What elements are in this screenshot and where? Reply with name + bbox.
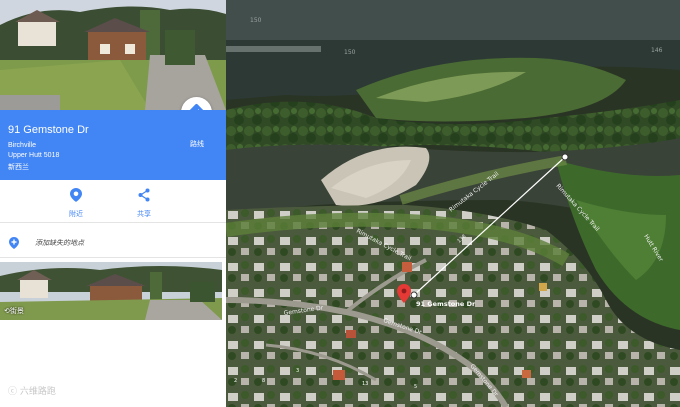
house-number: 3 — [296, 368, 299, 374]
nearby-button[interactable]: 附近 — [56, 187, 96, 219]
house-number: 8 — [262, 378, 265, 384]
add-location-icon — [9, 237, 19, 249]
nearby-label: 附近 — [69, 210, 83, 218]
map-scale-label: 146 — [651, 47, 663, 54]
pin-label: 91 Gemstone Dr — [416, 300, 476, 308]
watermark-logo-icon: ⓒ — [8, 387, 18, 397]
place-address-line3: 新西兰 — [8, 164, 29, 171]
add-missing-place-row[interactable]: 添加缺失的地点 — [8, 235, 218, 251]
place-address-line1: Birchville — [8, 142, 37, 149]
satellite-map[interactable]: 150 146 150 138 Rimutaka Cycle Trail Rim… — [226, 0, 680, 407]
watermark: ⓒ 六维路跑 — [8, 387, 56, 397]
map-scale-label: 150 — [250, 17, 262, 24]
divider — [0, 222, 226, 223]
street-view-thumbnail-image — [0, 262, 222, 320]
measure-endpoint[interactable] — [561, 153, 569, 161]
street-photo-image — [0, 0, 226, 110]
place-pin-icon — [70, 188, 82, 202]
satellite-map-image: 150 146 150 138 Rimutaka Cycle Trail Rim… — [226, 0, 680, 407]
house-number: 13 — [362, 381, 368, 387]
directions-label[interactable]: 路线 — [182, 139, 212, 149]
share-button[interactable]: 共享 — [124, 187, 164, 219]
share-icon — [138, 188, 150, 202]
place-info-panel: 91 Gemstone Dr Birchville Upper Hutt 501… — [0, 0, 226, 407]
house-number: 5 — [414, 384, 417, 390]
street-view-thumbnail[interactable]: ⟲街景 — [0, 262, 222, 320]
divider — [0, 257, 226, 258]
place-title: 91 Gemstone Dr — [8, 124, 89, 136]
house-number: 2 — [234, 378, 237, 384]
share-label: 共享 — [137, 210, 151, 218]
place-address-line2: Upper Hutt 5018 — [8, 152, 60, 159]
street-view-photo-top[interactable] — [0, 0, 226, 110]
street-view-label: ⟲街景 — [4, 307, 24, 315]
add-missing-place-label: 添加缺失的地点 — [35, 239, 84, 247]
measure-startpoint[interactable] — [410, 291, 418, 299]
map-scale-label: 150 — [344, 49, 356, 56]
